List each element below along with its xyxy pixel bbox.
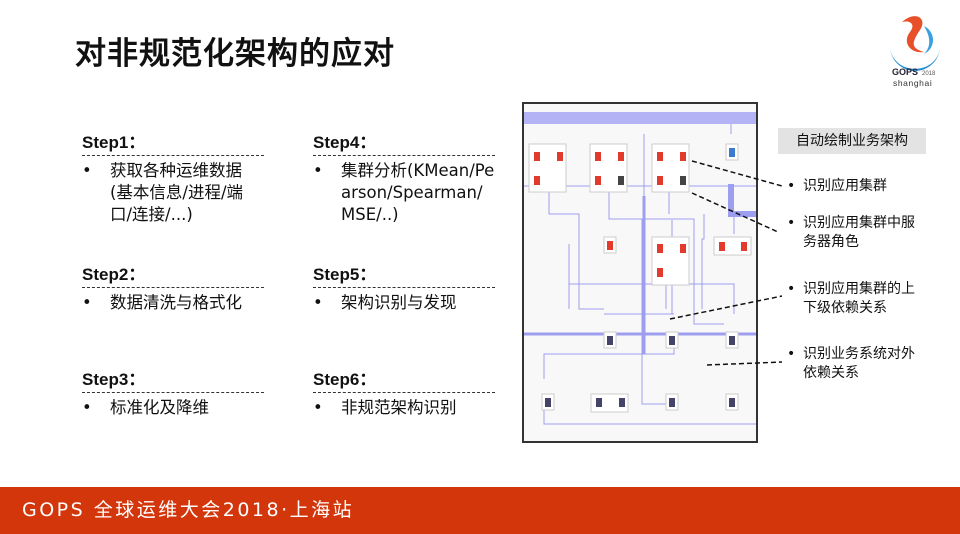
step-heading: Step2：: [82, 260, 264, 288]
callout-server-roles: 识别应用集群中服务器角色: [787, 214, 927, 252]
step-item: 标准化及降维: [82, 397, 264, 419]
step-heading: Step1：: [82, 128, 264, 156]
step-item: 集群分析(KMean/Pearson/Spearman/MSE/..): [313, 160, 495, 226]
callout-external-deps: 识别业务系统对外依赖关系: [787, 345, 922, 383]
architecture-diagram-image: [522, 102, 758, 443]
step-item: 架构识别与发现: [313, 292, 495, 314]
step-4: Step4： 集群分析(KMean/Pearson/Spearman/MSE/.…: [313, 128, 495, 226]
step-heading: Step5：: [313, 260, 495, 288]
footer-bar: GOPS 全球运维大会2018·上海站: [0, 487, 960, 534]
step-heading: Step3：: [82, 365, 264, 393]
svg-text:GOPS: GOPS: [892, 67, 918, 77]
step-heading: Step6：: [313, 365, 495, 393]
step-1: Step1： 获取各种运维数据(基本信息/进程/端口/连接/...): [82, 128, 264, 226]
diagram-tag: 自动绘制业务架构: [778, 128, 926, 154]
step-item: 获取各种运维数据(基本信息/进程/端口/连接/...): [82, 160, 264, 226]
gops-logo: GOPS 2018 shanghai: [890, 16, 940, 88]
step-heading: Step4：: [313, 128, 495, 156]
svg-text:2018: 2018: [922, 71, 936, 77]
step-3: Step3： 标准化及降维: [82, 365, 264, 419]
step-5: Step5： 架构识别与发现: [313, 260, 495, 314]
page-title: 对非规范化架构的应对: [75, 36, 395, 72]
step-2: Step2： 数据清洗与格式化: [82, 260, 264, 314]
callout-dependencies: 识别应用集群的上下级依赖关系: [787, 280, 922, 318]
step-6: Step6： 非规范架构识别: [313, 365, 495, 419]
step-item: 数据清洗与格式化: [82, 292, 264, 314]
svg-text:shanghai: shanghai: [893, 78, 932, 88]
callout-clusters: 识别应用集群: [787, 177, 887, 196]
step-item: 非规范架构识别: [313, 397, 495, 419]
